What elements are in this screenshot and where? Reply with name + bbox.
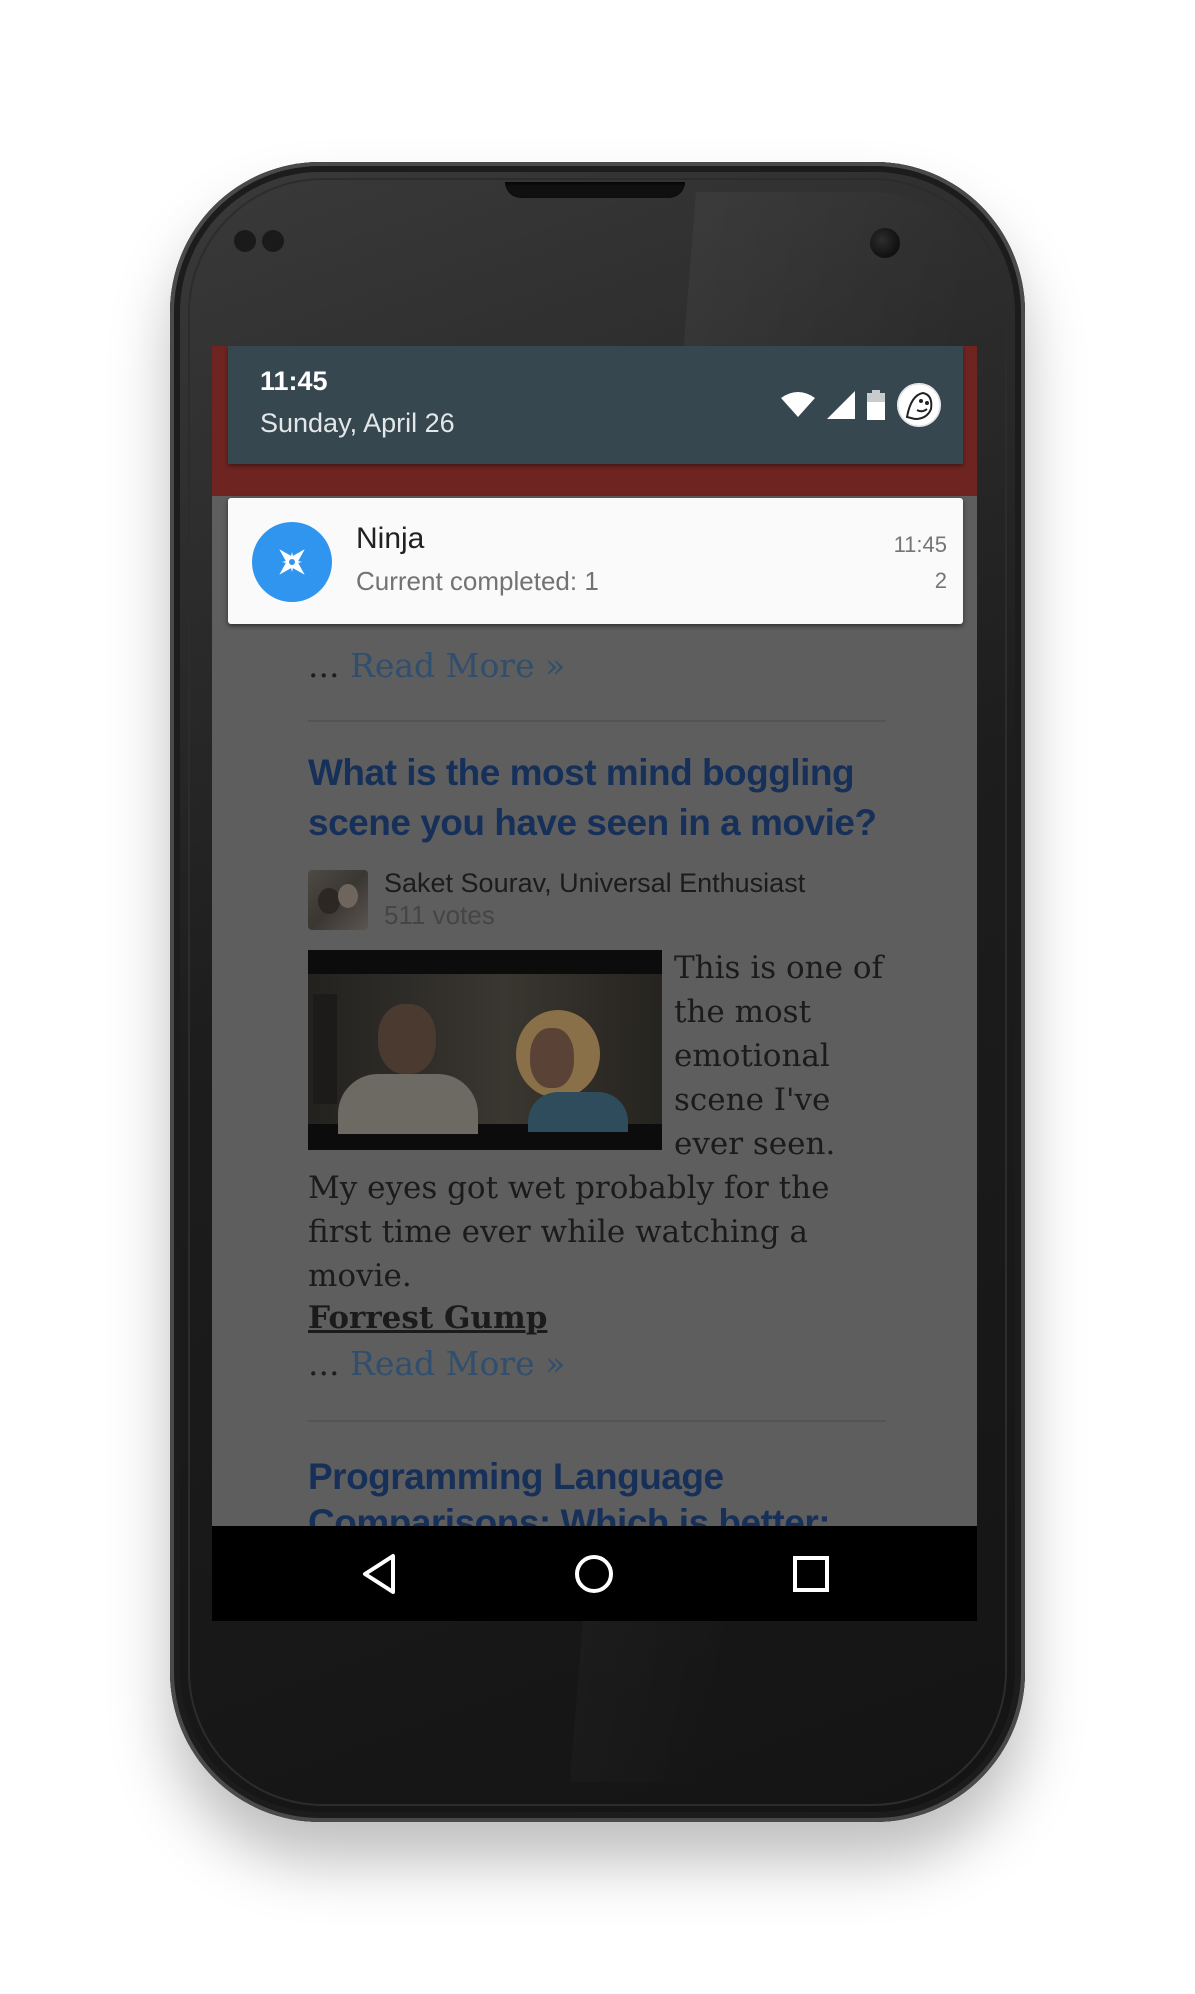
ellipsis: ... [308,1344,340,1383]
read-more-link[interactable]: Read More » [350,646,565,685]
front-camera [870,228,900,258]
ellipsis: ... [308,646,340,685]
notification-count: 2 [934,568,947,593]
notification-shade-header: 11:45 Sunday, April 26 [228,346,963,464]
author-avatar[interactable] [308,870,368,930]
notification-text: Current completed: 1 [356,566,599,596]
vote-count: 511 votes [384,900,495,930]
divider [308,1420,886,1422]
wifi-icon [781,392,815,417]
light-sensor [262,230,284,252]
navigation-bar [212,1526,977,1621]
back-triangle-icon[interactable] [357,1550,405,1598]
author-name[interactable]: Saket Sourav, Universal Enthusiast [384,868,805,899]
read-more-link[interactable]: Read More » [350,1344,565,1383]
notification-title: Ninja [356,522,425,555]
question-title[interactable]: What is the most mind boggling scene you… [308,748,888,848]
clock: 11:45 [260,366,328,396]
home-circle-icon[interactable] [570,1550,618,1598]
recents-square-icon[interactable] [787,1550,835,1598]
cell-signal-icon [827,391,855,419]
earpiece-speaker [505,182,685,198]
movie-title-link[interactable]: Forrest Gump [308,1300,547,1336]
notification-card[interactable]: Ninja Current completed: 1 11:45 2 [228,498,963,624]
read-more-row: ... Read More » [308,1344,565,1383]
divider [308,720,886,722]
proximity-sensor [234,230,256,252]
notification-time: 11:45 [893,532,947,557]
read-more-row: ... Read More » [308,646,565,685]
status-icons [781,382,941,428]
phone-screen: ... Read More » What is the most mind bo… [212,346,977,1621]
movie-still-image[interactable] [308,950,662,1150]
user-avatar-icon[interactable] [897,383,941,427]
compass-icon [252,522,332,602]
author-row[interactable]: Saket Sourav, Universal Enthusiast 511 v… [308,868,888,930]
battery-icon [867,390,885,420]
date[interactable]: Sunday, April 26 [260,408,455,439]
